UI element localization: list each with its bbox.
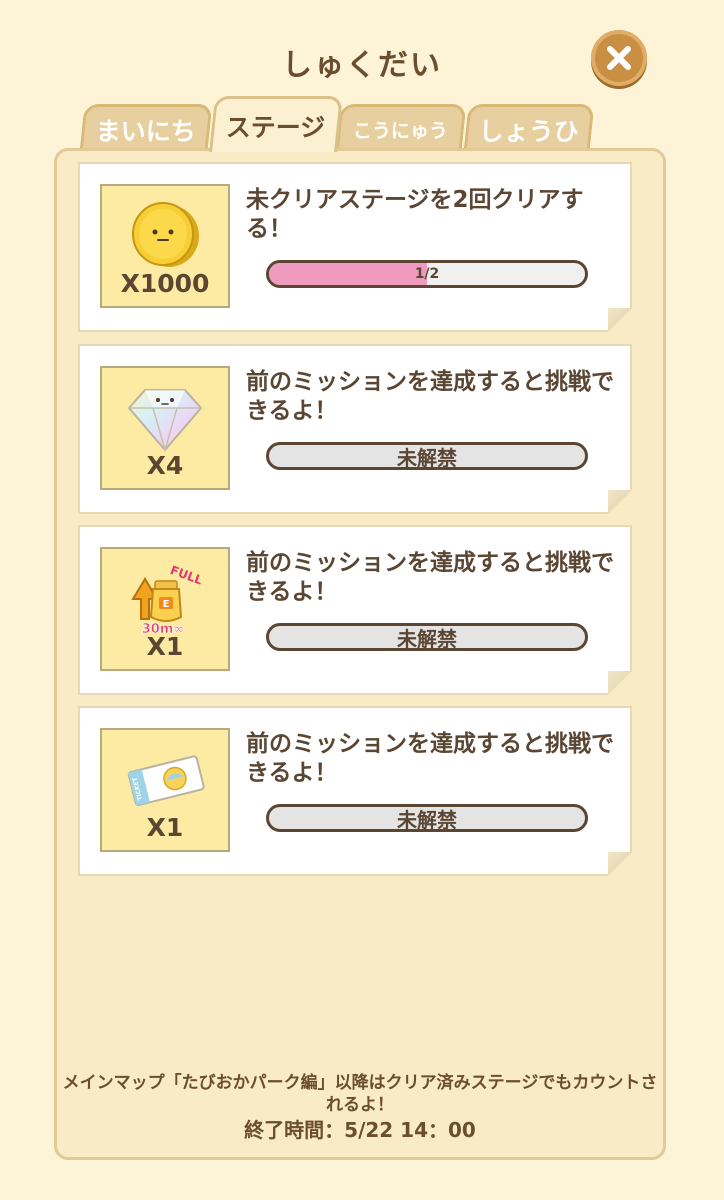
locked-text: 未解禁 xyxy=(397,445,457,470)
reward-box: E FULL 30m∞ X1 xyxy=(100,547,230,671)
tab-daily[interactable]: まいにち xyxy=(79,104,213,152)
close-x-icon xyxy=(607,46,631,70)
diamond-icon xyxy=(127,389,203,453)
mission-card: E FULL 30m∞ X1 前のミッションを達成すると挑戦できるよ！ 未解禁 xyxy=(78,525,632,695)
coin-icon xyxy=(132,202,199,267)
footer-note: メインマップ「たびおかパーク編」以降はクリア済みステージでもカウントされるよ！ xyxy=(62,1073,658,1115)
reward-quantity: X1 xyxy=(146,632,184,661)
tab-consume[interactable]: しょうひ xyxy=(463,104,595,152)
mission-description: 未クリアステージを2回クリアする！ xyxy=(246,187,584,242)
mission-card: TICKET X1 前のミッションを達成すると挑戦できるよ！ 未解禁 xyxy=(78,706,632,876)
tab-label: まいにち xyxy=(95,116,196,146)
reward-box: TICKET X1 xyxy=(100,728,230,852)
locked-bar: 未解禁 xyxy=(266,623,588,651)
reward-quantity: X1 xyxy=(146,813,184,842)
reward-quantity: X1000 xyxy=(120,269,210,298)
tab-bar: まいにち ステージ こうにゅう しょうひ xyxy=(74,96,595,152)
mission-card: X1000 未クリアステージを2回クリアする！ 1/2 xyxy=(78,162,632,332)
ticket-icon: TICKET xyxy=(127,755,205,807)
reward-box: X4 xyxy=(100,366,230,490)
tab-label: ステージ xyxy=(226,112,326,142)
locked-text: 未解禁 xyxy=(397,626,457,651)
mission-description: 前のミッションを達成すると挑戦できるよ！ xyxy=(246,731,614,786)
tab-stage[interactable]: ステージ xyxy=(209,96,343,152)
progress-text: 1/2 xyxy=(414,266,440,282)
progress-bar: 1/2 xyxy=(266,260,588,288)
locked-bar: 未解禁 xyxy=(266,804,588,832)
close-button[interactable] xyxy=(591,30,647,86)
mission-description: 前のミッションを達成すると挑戦できるよ！ xyxy=(246,550,614,605)
tab-label: こうにゅう xyxy=(353,120,449,142)
reward-quantity: X4 xyxy=(146,451,184,480)
deadline-text: 終了時間：5/22 14：00 xyxy=(244,1118,476,1142)
mission-card: X4 前のミッションを達成すると挑戦できるよ！ 未解禁 xyxy=(78,344,632,514)
drink-letter: E xyxy=(163,599,170,610)
locked-bar: 未解禁 xyxy=(266,442,588,470)
energy-drink-icon: E FULL 30m∞ xyxy=(131,563,205,635)
tab-label: しょうひ xyxy=(478,116,579,146)
mission-description: 前のミッションを達成すると挑戦できるよ！ xyxy=(246,369,614,424)
tab-purchase[interactable]: こうにゅう xyxy=(335,104,467,152)
locked-text: 未解禁 xyxy=(397,807,457,832)
reward-box: X1000 xyxy=(100,184,230,308)
